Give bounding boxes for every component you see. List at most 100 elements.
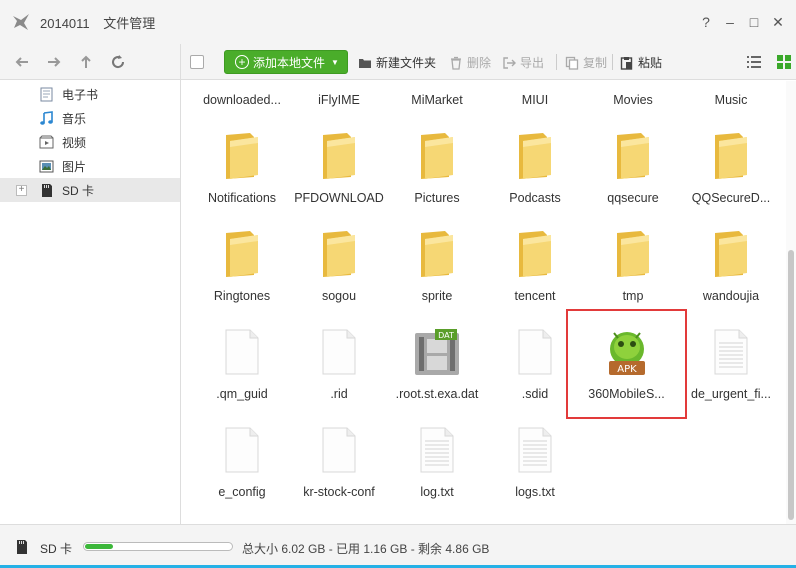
storage-progress-bar [83,542,233,551]
folder-item[interactable]: sprite [388,221,486,319]
file-name: Movies [613,93,653,107]
storage-progress-fill [85,544,113,549]
file-name: Pictures [414,191,460,205]
window-title: 2014011 文件管理 [40,13,165,32]
sidebar-item-music[interactable]: 音乐 [0,106,180,130]
grid-view-icon[interactable] [776,54,792,70]
sidebar-item-pictures[interactable]: 图片 [0,154,180,178]
blank-file-icon [322,427,356,473]
file-item[interactable]: iFlyIME [290,81,388,107]
folder-item[interactable]: Notifications [193,123,291,221]
export-button[interactable]: 导出 [502,54,544,71]
file-name: downloaded... [203,93,281,107]
file-name: .rid [330,387,348,401]
copy-button[interactable]: 复制 [565,54,607,71]
folder-item[interactable]: Podcasts [486,123,584,221]
folder-icon [323,231,355,277]
folder-icon [226,133,258,179]
apk-badge: APK [617,364,637,375]
folder-item[interactable]: tencent [486,221,584,319]
new-folder-button[interactable]: 新建文件夹 [358,54,436,71]
folder-item[interactable]: Ringtones [193,221,291,319]
file-item[interactable]: MIUI [486,81,584,107]
apk-android-icon: APK [608,332,645,375]
folder-icon [519,133,551,179]
help-icon[interactable]: ? [696,12,716,32]
file-item[interactable]: .qm_guid [193,319,291,417]
select-all-checkbox[interactable] [190,55,204,69]
sd-card-icon [42,183,52,197]
sidebar-item-label: 音乐 [62,111,87,126]
file-name: QQSecureD... [691,191,771,205]
file-item[interactable]: .rid [290,319,388,417]
file-item[interactable]: downloaded... [193,81,291,107]
list-view-icon[interactable] [746,54,762,70]
file-item[interactable]: kr-stock-conf [290,417,388,515]
file-grid: downloaded... iFlyIME MiMarket MIUI Movi… [181,81,785,524]
delete-button[interactable]: 删除 [449,54,491,71]
folder-item[interactable]: PFDOWNLOAD [290,123,388,221]
storage-device-label: SD 卡 [40,542,73,556]
file-item-selected[interactable]: APK 360MobileS... [566,309,687,419]
close-icon[interactable]: ✕ [768,12,788,32]
file-name: Notifications [207,191,277,205]
folder-icon [359,58,371,68]
export-label: 导出 [520,56,545,70]
folder-icon [519,231,551,277]
folder-icon [226,231,258,277]
sidebar-item-sd-card[interactable]: + SD 卡 [0,178,180,202]
paste-icon [620,56,633,70]
file-name: Podcasts [509,191,561,205]
up-icon[interactable] [76,52,96,72]
file-name: Music [714,93,748,107]
folder-item[interactable]: wandoujia [682,221,780,319]
file-item[interactable]: de_urgent_fi... [682,319,780,417]
delete-label: 删除 [467,56,492,70]
file-item[interactable]: logs.txt [486,417,584,515]
file-name: tmp [622,289,644,303]
maximize-icon[interactable]: □ [744,12,764,32]
folder-item[interactable]: Pictures [388,123,486,221]
blank-file-icon [225,427,259,473]
storage-summary: 总大小 6.02 GB - 已用 1.16 GB - 剩余 4.86 GB [242,542,490,556]
folder-item[interactable]: qqsecure [584,123,682,221]
file-item[interactable]: e_config [193,417,291,515]
file-item[interactable]: Music [682,81,780,107]
folder-icon [421,231,453,277]
file-name: de_urgent_fi... [691,387,771,401]
file-item[interactable]: DAT .root.st.exa.dat [388,319,486,417]
folder-item[interactable]: sogou [290,221,388,319]
add-local-file-button[interactable]: + 添加本地文件 ▼ [224,50,348,74]
blank-file-icon [518,329,552,375]
dat-file-icon: DAT [415,329,459,375]
add-local-file-label: 添加本地文件 [253,55,326,70]
window-title-id: 2014011 [40,15,90,31]
sidebar-item-label: SD 卡 [62,183,95,198]
file-name: iFlyIME [318,93,360,107]
text-file-icon [420,427,454,473]
sidebar-item-ebook[interactable]: 电子书 [0,82,180,106]
file-item[interactable]: Movies [584,81,682,107]
minimize-icon[interactable]: – [720,12,740,32]
file-name: e_config [218,485,266,499]
sidebar-item-label: 视频 [62,135,87,150]
window-title-name: 文件管理 [103,15,156,31]
folder-item[interactable]: tmp [584,221,682,319]
toolbar-divider [612,54,613,70]
refresh-icon[interactable] [108,52,128,72]
paste-button[interactable]: 粘贴 [620,54,662,71]
file-name: kr-stock-conf [303,485,375,499]
file-item[interactable]: log.txt [388,417,486,515]
sidebar-item-video[interactable]: 视频 [0,130,180,154]
folder-item[interactable]: QQSecureD... [682,123,780,221]
forward-icon[interactable] [44,52,64,72]
back-icon[interactable] [12,52,32,72]
scrollbar-thumb[interactable] [788,250,794,520]
file-item[interactable]: MiMarket [388,81,486,107]
expand-toggle[interactable]: + [16,184,27,196]
text-file-icon [518,427,552,473]
file-name: .root.st.exa.dat [395,387,479,401]
picture-icon [39,160,54,172]
plus-icon: + [235,55,249,69]
sidebar-item-label: 图片 [62,159,87,174]
